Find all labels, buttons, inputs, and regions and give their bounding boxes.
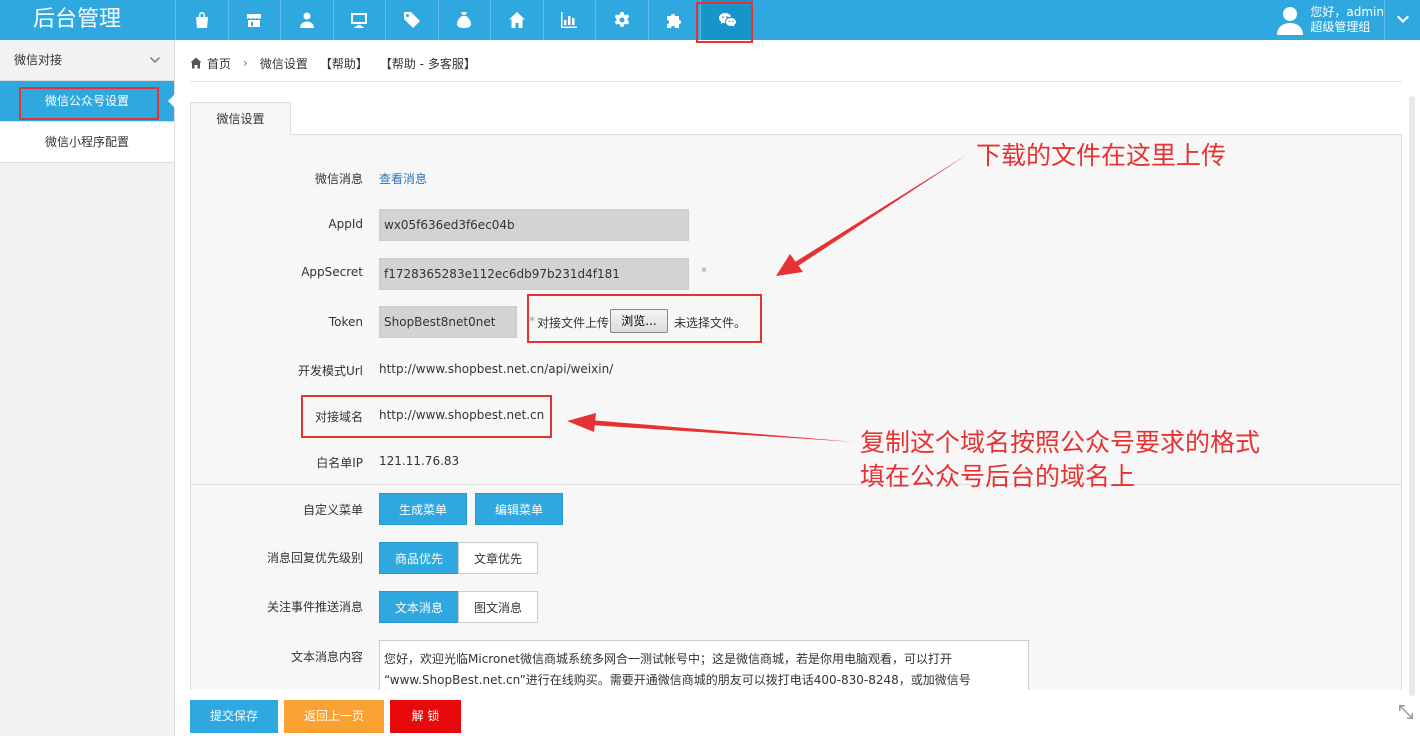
text-content-line: 您好，欢迎光临Micronet微信商城系统多网合一测试帐号中；这是微信商城，若是… [384, 652, 952, 666]
scrollbar[interactable] [1402, 40, 1420, 736]
topbar-dropdown-toggle[interactable] [1384, 0, 1420, 40]
devurl-value: http://www.shopbest.net.cn/api/weixin/ [379, 362, 614, 376]
priority-product-option[interactable]: 商品优先 [379, 542, 459, 574]
breadcrumb-help-link[interactable]: 【帮助】 [320, 55, 368, 72]
resize-handle-icon[interactable] [1396, 702, 1416, 722]
whitelist-label: 白名单IP [316, 456, 363, 470]
text-content-textarea[interactable]: 您好，欢迎光临Micronet微信商城系统多网合一测试帐号中；这是微信商城，若是… [379, 640, 1029, 692]
scrollbar-thumb[interactable] [1409, 96, 1415, 696]
generate-menu-button[interactable]: 生成菜单 [379, 493, 467, 525]
annotation-box-wechat-nav [696, 2, 753, 43]
home-icon [190, 57, 202, 69]
breadcrumb-separator: › [243, 56, 248, 70]
user-role: 超级管理组 [1310, 20, 1371, 34]
sidebar: 微信对接 微信公众号设置 微信小程序配置 [0, 40, 175, 736]
top-nav [175, 0, 753, 40]
breadcrumb-current: 微信设置 [259, 56, 308, 71]
nav-monitor-icon[interactable] [332, 0, 386, 40]
text-content-line: “www.ShopBest.net.cn”进行在线购买。需要开通微信商城的朋友可… [384, 673, 971, 687]
chevron-down-icon [150, 57, 160, 63]
priority-article-option[interactable]: 文章优先 [458, 542, 538, 574]
sidebar-item-mini-program[interactable]: 微信小程序配置 [0, 122, 174, 163]
divider [191, 484, 1401, 485]
divider [190, 81, 1402, 82]
view-messages-link[interactable]: 查看消息 [379, 170, 427, 187]
brand-title: 后台管理 [33, 7, 122, 32]
user-greeting: 您好，admin [1310, 5, 1384, 19]
menu-label: 自定义菜单 [302, 503, 363, 517]
devurl-label: 开发模式Url [297, 364, 363, 378]
nav-store-icon[interactable] [227, 0, 281, 40]
breadcrumb-home[interactable]: 首页 [207, 55, 231, 72]
appsecret-label: AppSecret [301, 265, 363, 279]
follow-text-option[interactable]: 文本消息 [379, 591, 459, 623]
breadcrumb: 首页 › 微信设置 【帮助】 【帮助 - 多客服】 [190, 54, 488, 72]
nav-user-icon[interactable] [280, 0, 333, 40]
appsecret-field[interactable]: f1728365283e112ec6db97b231d4f181 [379, 258, 689, 290]
message-label: 微信消息 [314, 172, 363, 186]
text-content-label: 文本消息内容 [290, 650, 363, 664]
chevron-down-icon [1396, 15, 1409, 23]
nav-tag-icon[interactable] [385, 0, 438, 40]
token-field[interactable]: ShopBest8net0net [379, 306, 517, 338]
avatar-icon [1277, 7, 1304, 35]
nav-puzzle-icon[interactable] [647, 0, 701, 40]
annotation-box-upload [527, 294, 762, 343]
follow-news-option[interactable]: 图文消息 [458, 591, 538, 623]
submit-save-button[interactable]: 提交保存 [190, 700, 278, 733]
nav-home-icon[interactable] [490, 0, 543, 40]
nav-gear-icon[interactable] [595, 0, 648, 40]
whitelist-value: 121.11.76.83 [379, 454, 460, 468]
follow-label: 关注事件推送消息 [266, 600, 363, 614]
user-menu[interactable]: 您好，admin 超级管理组 [1276, 0, 1384, 40]
tab-bar-line [190, 134, 1402, 135]
annotation-box-sidebar [19, 87, 159, 120]
breadcrumb-help-cs-link[interactable]: 【帮助 - 多客服】 [380, 55, 476, 72]
nav-bag-icon[interactable] [175, 0, 228, 40]
token-label: Token [328, 315, 363, 329]
required-mark: * [701, 265, 707, 279]
back-button[interactable]: 返回上一页 [284, 700, 384, 733]
nav-bar-chart-icon[interactable] [542, 0, 596, 40]
annotation-domain-note-line1: 复制这个域名按照公众号要求的格式 [860, 428, 1261, 457]
unlock-button[interactable]: 解 锁 [390, 700, 461, 733]
edit-menu-button[interactable]: 编辑菜单 [475, 493, 563, 525]
appid-field[interactable]: wx05f636ed3f6ec04b [379, 209, 689, 241]
sidebar-group-wechat[interactable]: 微信对接 [0, 40, 174, 81]
tab-wechat-settings[interactable]: 微信设置 [190, 102, 291, 135]
appid-label: AppId [328, 217, 363, 231]
priority-label: 消息回复优先级别 [266, 551, 363, 565]
nav-money-bag-icon[interactable] [437, 0, 491, 40]
annotation-domain-note-line2: 填在公众号后台的域名上 [860, 462, 1136, 491]
annotation-box-domain [301, 395, 552, 438]
annotation-upload-note: 下载的文件在这里上传 [976, 141, 1227, 170]
